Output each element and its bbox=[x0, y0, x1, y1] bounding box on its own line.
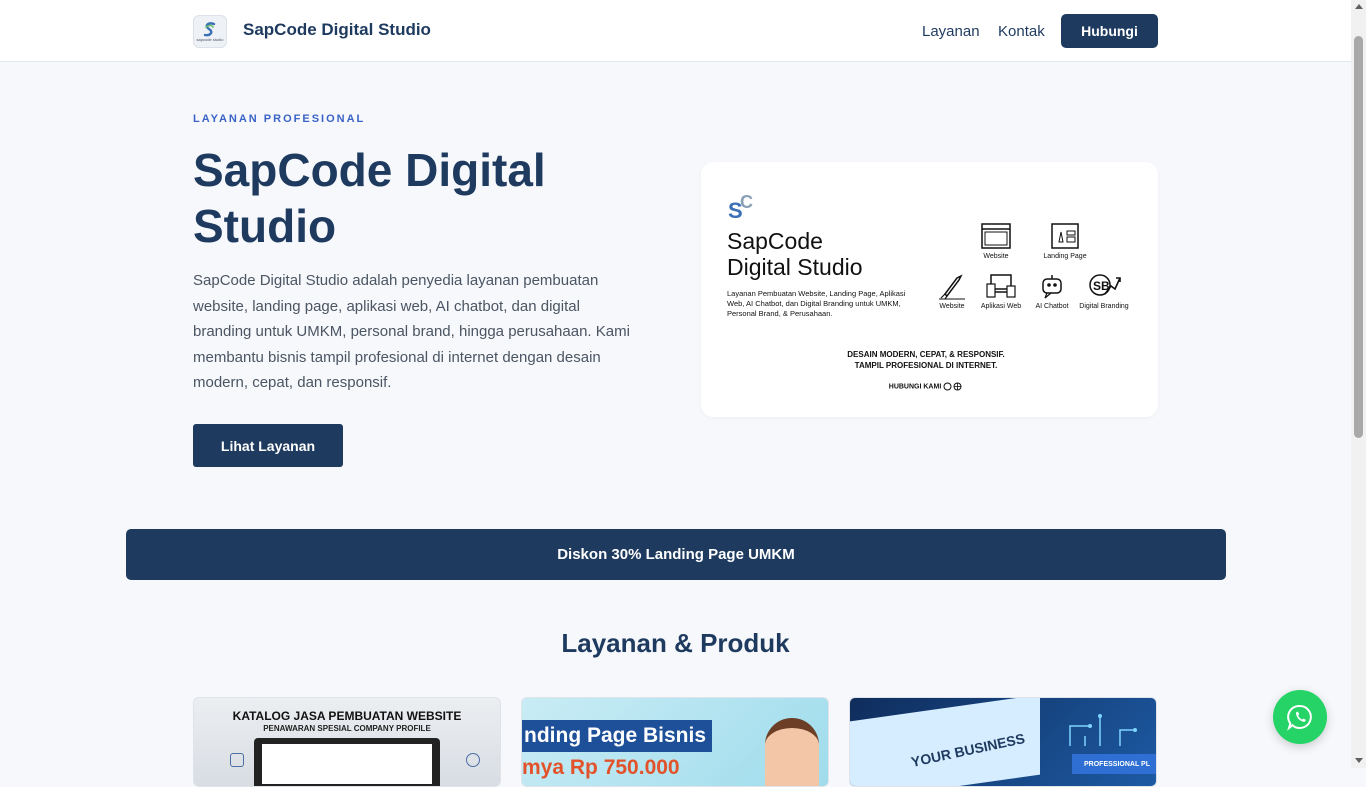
branding-icon: SB bbox=[1089, 274, 1121, 296]
laptop-screen bbox=[262, 744, 432, 784]
person-illustration bbox=[765, 718, 819, 786]
monitor-icon bbox=[230, 753, 244, 767]
scroll-down-arrow-icon[interactable] bbox=[1355, 758, 1363, 763]
card-contact: HUBUNGI KAMI bbox=[851, 382, 1001, 391]
product-card-price: mya Rp 750.000 bbox=[522, 756, 680, 779]
card-tagline-line2: TAMPIL PROFESIONAL DI INTERNET. bbox=[854, 361, 998, 370]
card-tagline: DESAIN MODERN, CEPAT, & RESPONSIF. TAMPI… bbox=[801, 349, 1051, 371]
hero-banner-image: S C SapCode Digital Studio Layanan Pembu… bbox=[701, 162, 1158, 417]
hero-title: SapCode Digital Studio bbox=[193, 144, 546, 252]
globe-icon bbox=[466, 753, 480, 767]
nav-link-layanan[interactable]: Layanan bbox=[922, 23, 980, 40]
service-label: Website bbox=[939, 303, 965, 310]
circuit-lines-icon bbox=[1069, 714, 1137, 746]
section-title: Layanan & Produk bbox=[561, 628, 790, 658]
service-landing-page: Landing Page bbox=[1035, 222, 1095, 260]
page-scrollbar[interactable] bbox=[1351, 0, 1366, 768]
product-card-subtitle: PENAWARAN SPESIAL COMPANY PROFILE bbox=[263, 724, 431, 733]
nav-link-kontak[interactable]: Kontak bbox=[998, 23, 1045, 40]
product-card-business[interactable]: YOUR BUSINESS PROFESSIONAL PL bbox=[849, 697, 1157, 787]
card-subtitle: Layanan Pembuatan Website, Landing Page,… bbox=[727, 289, 906, 318]
card-title-line2: Digital Studio bbox=[727, 254, 863, 280]
service-label: Aplikasi Web bbox=[980, 303, 1022, 310]
browser-window-icon bbox=[981, 223, 1011, 249]
promo-banner[interactable]: Diskon 30% Landing Page UMKM bbox=[126, 529, 1226, 580]
service-label: Website bbox=[983, 253, 1009, 260]
card-tagline-line1: DESAIN MODERN, CEPAT, & RESPONSIF. bbox=[847, 350, 1005, 359]
product-card-landing-page[interactable]: nding Page Bisnis mya Rp 750.000 bbox=[521, 697, 829, 787]
service-website: Website bbox=[966, 222, 1026, 260]
service-ai-chatbot: AI Chatbot bbox=[1022, 272, 1082, 310]
landing-page-icon bbox=[1051, 223, 1079, 249]
hero-eyebrow: LAYANAN PROFESIONAL bbox=[193, 113, 366, 125]
lihat-layanan-button[interactable]: Lihat Layanan bbox=[193, 424, 343, 467]
top-navbar: sapcode studio SapCode Digital Studio La… bbox=[0, 0, 1351, 62]
devices-icon bbox=[986, 274, 1016, 298]
whatsapp-floating-button[interactable] bbox=[1273, 690, 1327, 744]
service-label: Digital Branding bbox=[1079, 303, 1129, 310]
whatsapp-icon bbox=[1287, 704, 1312, 731]
scrollbar-thumb[interactable] bbox=[1354, 36, 1363, 438]
product-card-title: KATALOG JASA PEMBUATAN WEBSITE bbox=[232, 709, 462, 723]
svg-text:C: C bbox=[740, 192, 753, 212]
product-card-catalog[interactable]: KATALOG JASA PEMBUATAN WEBSITE PENAWARAN… bbox=[193, 697, 501, 787]
rocket-icon bbox=[939, 274, 965, 300]
robot-icon bbox=[1042, 275, 1062, 299]
service-label: AI Chatbot bbox=[1035, 303, 1069, 310]
card-contact-label: HUBUNGI KAMI bbox=[888, 383, 942, 391]
product-card-badge: PROFESSIONAL PL bbox=[1072, 754, 1156, 774]
service-digital-branding: SB Digital Branding bbox=[1074, 272, 1134, 310]
card-title-line1: SapCode bbox=[727, 228, 823, 254]
brand-logo[interactable]: sapcode studio bbox=[193, 15, 227, 48]
hero-description: SapCode Digital Studio adalah penyedia l… bbox=[193, 272, 630, 391]
service-label: Landing Page bbox=[1043, 253, 1087, 260]
contact-icons bbox=[943, 382, 962, 391]
scroll-up-arrow-icon[interactable] bbox=[1355, 4, 1363, 9]
sc-logo-icon: S C bbox=[728, 192, 753, 222]
product-card-title: nding Page Bisnis bbox=[522, 720, 712, 752]
card-title: SapCode Digital Studio bbox=[727, 228, 927, 280]
hubungi-button[interactable]: Hubungi bbox=[1061, 14, 1158, 48]
logo-text: sapcode studio bbox=[196, 37, 224, 42]
brand-name[interactable]: SapCode Digital Studio bbox=[243, 20, 431, 40]
